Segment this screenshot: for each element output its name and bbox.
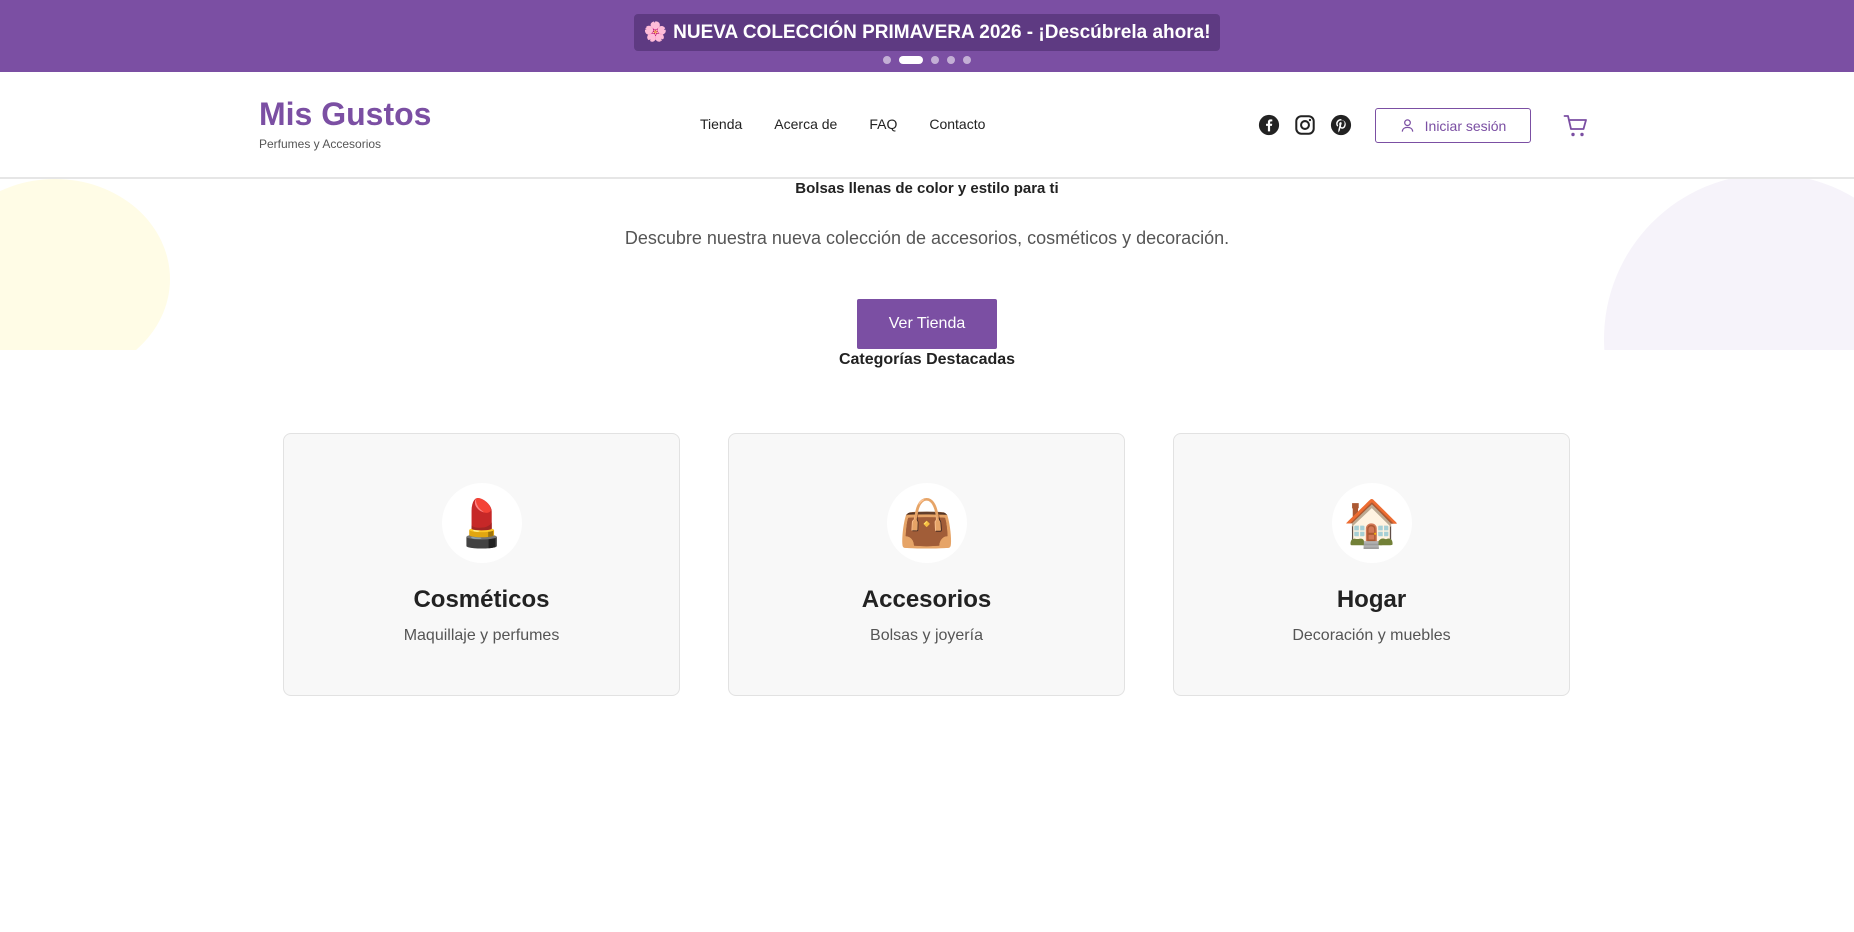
category-card-hogar[interactable]: 🏠 Hogar Decoración y muebles <box>1173 433 1570 696</box>
decorative-blob <box>0 179 170 350</box>
user-icon <box>1401 119 1413 132</box>
nav-item-contacto[interactable]: Contacto <box>929 116 985 132</box>
section-title: Categorías Destacadas <box>838 351 1016 368</box>
cart-icon[interactable] <box>1563 113 1589 139</box>
nav-item-tienda[interactable]: Tienda <box>700 116 742 132</box>
carousel-dot-active[interactable] <box>899 56 923 64</box>
social-links <box>1258 114 1352 136</box>
category-card-cosmeticos[interactable]: 💄 Cosméticos Maquillaje y perfumes <box>283 433 680 696</box>
category-desc: Bolsas y joyería <box>870 627 983 644</box>
promo-banner: 🌸 NUEVA COLECCIÓN PRIMAVERA 2026 - ¡Desc… <box>0 0 1854 72</box>
brand-logo[interactable]: Mis Gustos Perfumes y Accesorios <box>259 96 431 151</box>
shop-button[interactable]: Ver Tienda <box>857 299 997 349</box>
login-button[interactable]: Iniciar sesión <box>1375 108 1531 143</box>
promo-text: NUEVA COLECCIÓN PRIMAVERA 2026 - ¡Descúb… <box>673 21 1211 43</box>
hero-title: Bolsas llenas de color y estilo para ti <box>795 180 1059 197</box>
facebook-icon[interactable] <box>1258 114 1280 136</box>
carousel-dots <box>0 56 1854 64</box>
category-name: Cosméticos <box>413 586 550 613</box>
pinterest-icon[interactable] <box>1330 114 1352 136</box>
house-icon: 🏠 <box>1332 483 1412 563</box>
category-desc: Decoración y muebles <box>1292 627 1451 644</box>
nav-item-acerca[interactable]: Acerca de <box>774 116 837 132</box>
login-label: Iniciar sesión <box>1424 117 1507 134</box>
main-nav: Tienda Acerca de FAQ Contacto <box>700 116 985 132</box>
carousel-dot[interactable] <box>947 56 955 64</box>
hero-subtitle: Descubre nuestra nueva colección de acce… <box>624 228 1230 248</box>
nav-item-faq[interactable]: FAQ <box>869 116 897 132</box>
hero-section: Bolsas llenas de color y estilo para ti … <box>0 179 1854 350</box>
lipstick-icon: 💄 <box>442 483 522 563</box>
site-header: Mis Gustos Perfumes y Accesorios Tienda … <box>0 72 1854 179</box>
carousel-dot[interactable] <box>931 56 939 64</box>
handbag-icon: 👜 <box>887 483 967 563</box>
category-cards: 💄 Cosméticos Maquillaje y perfumes 👜 Acc… <box>283 433 1570 696</box>
category-name: Accesorios <box>861 586 992 613</box>
brand-tagline: Perfumes y Accesorios <box>259 137 382 151</box>
decorative-blob <box>1604 179 1854 350</box>
brand-name: Mis Gustos <box>259 96 432 132</box>
flower-icon: 🌸 <box>643 22 668 43</box>
instagram-icon[interactable] <box>1294 114 1316 136</box>
carousel-dot[interactable] <box>963 56 971 64</box>
category-desc: Maquillaje y perfumes <box>403 627 560 644</box>
carousel-dot[interactable] <box>883 56 891 64</box>
category-name: Hogar <box>1336 586 1407 613</box>
promo-message[interactable]: 🌸 NUEVA COLECCIÓN PRIMAVERA 2026 - ¡Desc… <box>634 14 1220 51</box>
category-card-accesorios[interactable]: 👜 Accesorios Bolsas y joyería <box>728 433 1125 696</box>
